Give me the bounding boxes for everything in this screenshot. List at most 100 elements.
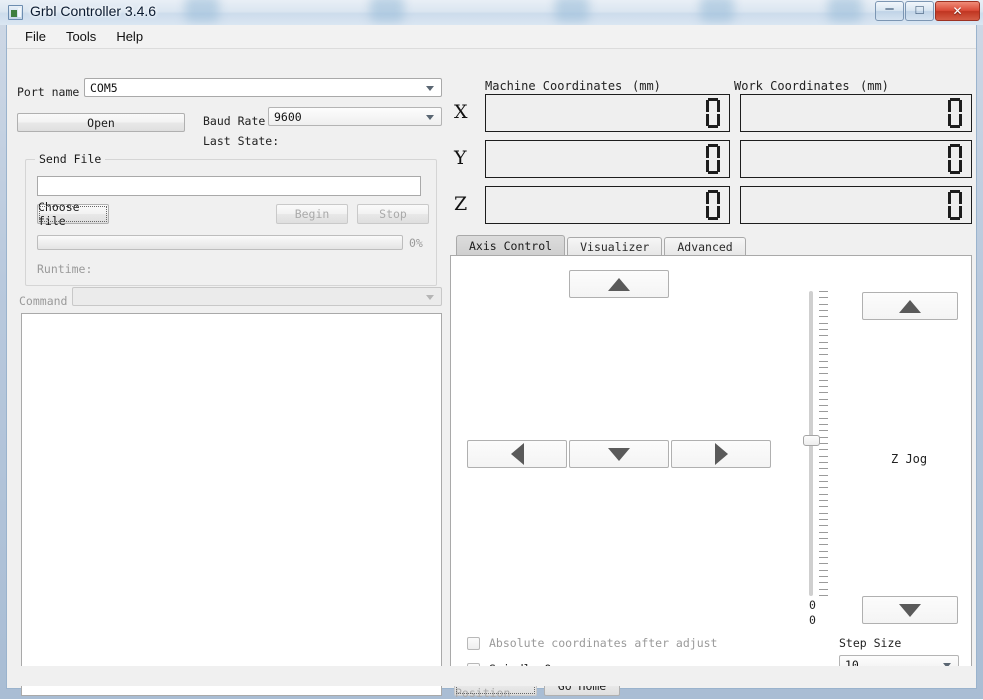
close-icon: ✕ [952,4,963,18]
absolute-coordinates-label: Absolute coordinates after adjust [489,636,718,650]
maximize-icon: □ [915,2,924,17]
close-button[interactable]: ✕ [935,1,980,21]
stop-button-label: Stop [379,207,407,221]
arrow-up-icon [608,277,630,291]
work-coordinate-x [740,94,972,132]
absolute-coordinates-checkbox[interactable] [467,636,480,650]
jog-z-minus-button[interactable] [862,596,958,624]
baud-rate-combo[interactable]: 9600 [268,107,442,126]
slider-readout-2: 0 [809,613,816,627]
title-bar: Grbl Controller 3.4.6 – □ ✕ [0,0,983,25]
machine-coordinate-x [485,94,730,132]
status-bar [7,666,976,686]
arrow-right-icon [714,443,728,465]
tab-axis-control-label: Axis Control [469,239,553,253]
send-file-group: Send File Choose file Begin Stop 0% Runt… [25,152,437,286]
seven-segment-digit [706,190,720,220]
desktop-blur-artifact [185,0,219,22]
send-progress-bar [37,235,403,250]
seven-segment-digit [706,98,720,128]
work-coordinate-y [740,140,972,178]
machine-coordinates-units: (mm) [632,79,661,93]
send-file-group-title: Send File [35,152,106,166]
jog-x-minus-button[interactable] [467,440,567,468]
begin-button[interactable]: Begin [276,204,348,224]
command-combo[interactable] [72,287,442,306]
arrow-left-icon [510,443,524,465]
chevron-down-icon [426,294,434,300]
desktop-blur-artifact [700,0,734,22]
window-title: Grbl Controller 3.4.6 [30,3,157,19]
progress-percent-label: 0% [409,236,423,250]
window-controls: – □ ✕ [874,0,980,22]
slider-ticks [819,291,828,596]
tab-bar: Axis Control Visualizer Advanced [456,235,748,256]
port-name-label: Port name [17,85,80,99]
work-coordinates-header: Work Coordinates [734,79,850,93]
baud-rate-label: Baud Rate [203,114,266,128]
seven-segment-digit [948,144,962,174]
jog-z-plus-button[interactable] [862,292,958,320]
jog-y-plus-button[interactable] [569,270,669,298]
menu-help[interactable]: Help [106,27,153,46]
chevron-down-icon [426,85,434,91]
axis-label-x: X [454,101,468,123]
console-output[interactable] [21,313,442,696]
menu-tools[interactable]: Tools [56,27,106,46]
open-button-label: Open [87,115,115,130]
menu-bar: File Tools Help [7,25,976,49]
begin-button-label: Begin [294,207,330,221]
chevron-down-icon [426,114,434,120]
slider-readout-1: 0 [809,598,816,612]
arrow-up-icon [899,299,921,313]
main-content: Port name COM5 Open Baud Rate 9600 Last … [7,49,976,700]
tab-advanced[interactable]: Advanced [664,237,746,256]
tab-advanced-label: Advanced [677,240,733,254]
step-size-label: Step Size [839,636,902,650]
port-name-combo[interactable]: COM5 [84,78,442,97]
tab-visualizer-label: Visualizer [580,240,650,254]
axis-label-z: Z [454,193,468,215]
axis-label-y: Y [454,147,467,169]
stop-button[interactable]: Stop [357,204,429,224]
minimize-button[interactable]: – [875,0,904,21]
last-state-label: Last State: [203,134,280,148]
file-path-input[interactable] [37,176,421,196]
app-icon [8,5,23,20]
seven-segment-digit [948,190,962,220]
z-jog-label: Z Jog [891,452,928,466]
port-name-value: COM5 [90,80,118,95]
tab-axis-control[interactable]: Axis Control [456,235,566,256]
arrow-down-icon [899,603,921,617]
menu-file[interactable]: File [15,27,56,46]
machine-coordinate-z [485,186,730,224]
jog-x-plus-button[interactable] [671,440,771,468]
file-path-field[interactable] [38,177,420,195]
seven-segment-digit [948,98,962,128]
desktop-blur-artifact [370,0,404,22]
work-coordinates-units: (mm) [860,79,889,93]
machine-coordinate-y [485,140,730,178]
baud-rate-value: 9600 [274,109,302,124]
absolute-coordinates-checkbox-row[interactable]: Absolute coordinates after adjust [467,636,717,650]
choose-file-label: Choose file [38,200,80,228]
desktop-blur-artifact [555,0,589,22]
slider-handle[interactable] [803,435,820,446]
choose-file-button[interactable]: Choose file [37,200,109,228]
runtime-label: Runtime: [37,262,93,276]
tab-visualizer[interactable]: Visualizer [567,237,663,256]
minimize-icon: – [885,0,894,17]
client-area: File Tools Help Port name COM5 Open Baud… [6,25,977,700]
z-jog-slider[interactable] [803,291,829,596]
open-button[interactable]: Open [17,113,185,132]
seven-segment-digit [706,144,720,174]
machine-coordinates-header: Machine Coordinates [485,79,623,93]
desktop-blur-artifact [828,0,862,22]
arrow-down-icon [608,447,630,461]
axis-control-panel: 0 0 Z Jog Absolute coordinates after adj… [450,255,972,676]
command-label: Command [19,294,68,308]
jog-y-minus-button[interactable] [569,440,669,468]
console-text [22,314,441,695]
application-window: Grbl Controller 3.4.6 – □ ✕ File Tools H… [0,0,983,700]
maximize-button[interactable]: □ [905,1,934,21]
